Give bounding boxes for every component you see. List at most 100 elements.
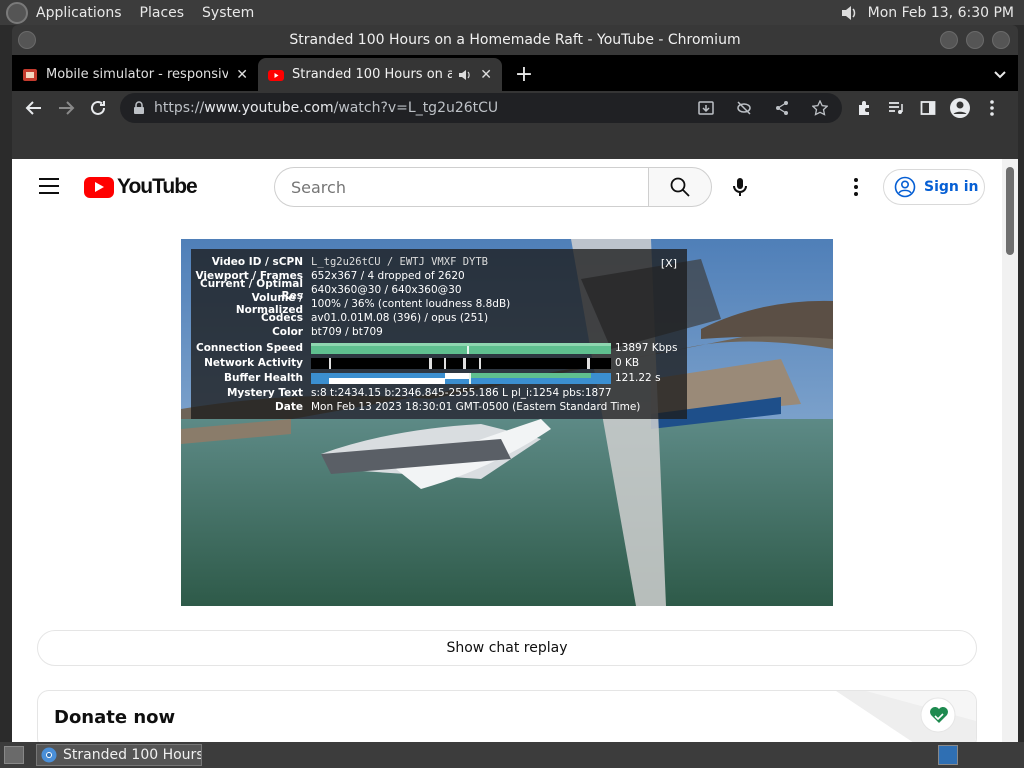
arrow-left-icon	[25, 101, 41, 115]
close-window-button[interactable]	[992, 31, 1010, 49]
stats-value: 640x360@30 / 640x360@30	[311, 284, 462, 296]
search-icon	[670, 177, 690, 197]
donate-title: Donate now	[54, 707, 176, 728]
new-tab-button[interactable]: +	[506, 58, 542, 91]
stats-value: s:8 t:2434.15 b:2346.845-2555.186 L pl_i…	[311, 387, 612, 399]
stats-value: 0 KB	[615, 357, 640, 369]
network-activity-graph	[311, 357, 611, 369]
hamburger-menu-icon[interactable]	[38, 177, 60, 195]
arrow-right-icon	[59, 101, 75, 115]
close-tab-icon[interactable]: ✕	[236, 67, 248, 83]
menu-applications[interactable]: Applications	[36, 5, 122, 21]
os-top-panel: Applications Places System Mon Feb 13, 6…	[0, 0, 1024, 25]
lock-icon[interactable]	[132, 101, 146, 115]
toolbar-spacer	[12, 125, 1018, 159]
side-panel-button[interactable]	[912, 92, 944, 124]
back-button[interactable]	[18, 92, 50, 124]
show-chat-replay-button[interactable]: Show chat replay	[37, 630, 977, 666]
hide-icon-button[interactable]	[728, 92, 760, 124]
media-control-button[interactable]	[880, 92, 912, 124]
tab-mobile-simulator[interactable]: Mobile simulator - responsive ✕	[12, 58, 258, 91]
taskbar-window-label: Stranded 100 Hours ...	[63, 747, 202, 763]
taskbar-window-button[interactable]: Stranded 100 Hours ...	[36, 744, 202, 766]
stats-row-buffer-health: Buffer Health 121.22 s	[191, 371, 687, 385]
stats-for-nerds-panel: [X] Video ID / sCPN L_tg2u26tCU / EWTJ V…	[191, 249, 687, 419]
search-input[interactable]: Search	[274, 167, 650, 207]
show-desktop-button[interactable]	[4, 746, 24, 764]
stats-value: bt709 / bt709	[311, 326, 383, 338]
profile-button[interactable]	[944, 92, 976, 124]
reload-button[interactable]	[82, 92, 114, 124]
url-path: /watch?v=L_tg2u26tCU	[333, 100, 499, 116]
stats-key: Codecs	[260, 312, 303, 324]
eye-off-icon	[737, 101, 751, 115]
bookmark-button[interactable]	[804, 92, 836, 124]
tab-audio-icon[interactable]	[458, 68, 472, 82]
sign-in-label: Sign in	[924, 179, 979, 195]
tab-youtube[interactable]: Stranded 100 Hours on a H ✕	[258, 58, 502, 91]
chromium-icon	[41, 747, 57, 763]
window-title: Stranded 100 Hours on a Homemade Raft - …	[289, 32, 741, 48]
stats-key: Buffer Health	[223, 372, 303, 384]
close-tab-icon[interactable]: ✕	[480, 67, 492, 83]
tab-label: Mobile simulator - responsive	[46, 67, 229, 82]
stats-value: 13897 Kbps	[615, 342, 678, 354]
puzzle-icon	[859, 101, 869, 115]
menu-system[interactable]: System	[202, 5, 254, 21]
stats-row: Date Mon Feb 13 2023 18:30:01 GMT-0500 (…	[191, 400, 687, 414]
menu-places[interactable]: Places	[140, 5, 185, 21]
install-app-button[interactable]	[690, 92, 722, 124]
stats-row: Color bt709 / bt709	[191, 325, 687, 339]
sign-in-button[interactable]: Sign in	[883, 169, 985, 205]
share-button[interactable]	[766, 92, 798, 124]
url-host: www.youtube.com	[204, 100, 334, 116]
microphone-icon[interactable]	[728, 175, 752, 199]
web-page: YouTube Search Sign in [X] Video ID / sC…	[12, 159, 1018, 742]
search-button[interactable]	[648, 167, 712, 207]
address-bar[interactable]: https://www.youtube.com/watch?v=L_tg2u26…	[120, 93, 842, 123]
stats-key: Mystery Text	[226, 387, 303, 399]
mobile-simulator-icon	[23, 68, 37, 81]
window-menu-icon[interactable]	[18, 31, 36, 49]
heart-hand-icon[interactable]	[928, 704, 950, 726]
maximize-button[interactable]	[966, 31, 984, 49]
youtube-wordmark: YouTube	[117, 175, 198, 198]
tab-label: Stranded 100 Hours on a H	[292, 67, 453, 82]
youtube-header: YouTube Search Sign in	[12, 159, 1002, 215]
youtube-icon	[268, 69, 284, 81]
forward-button[interactable]	[50, 92, 82, 124]
stats-value: 121.22 s	[615, 372, 661, 384]
stats-value: 652x367 / 4 dropped of 2620	[311, 270, 465, 282]
buffer-health-graph	[311, 372, 611, 384]
show-chat-replay-label: Show chat replay	[446, 640, 568, 656]
stats-row-connection-speed: Connection Speed 13897 Kbps	[191, 341, 687, 355]
donate-shelf: Donate now	[37, 690, 977, 742]
more-vert-icon[interactable]	[844, 175, 868, 199]
tab-search-button[interactable]	[982, 58, 1018, 91]
window-title-bar[interactable]: Stranded 100 Hours on a Homemade Raft - …	[12, 25, 1018, 55]
stats-row: Video ID / sCPN L_tg2u26tCU / EWTJ VMXF …	[191, 255, 687, 269]
page-scrollbar[interactable]	[1002, 159, 1018, 742]
stats-key: Date	[275, 401, 303, 413]
share-icon	[776, 101, 788, 115]
chevron-down-icon	[994, 70, 1006, 78]
extensions-button[interactable]	[848, 92, 880, 124]
minimize-button[interactable]	[940, 31, 958, 49]
youtube-play-icon	[84, 176, 114, 198]
account-circle-icon	[894, 176, 916, 198]
volume-icon[interactable]	[840, 4, 858, 22]
more-vert-icon	[990, 100, 994, 116]
workspace-switcher[interactable]	[938, 745, 958, 765]
clock[interactable]: Mon Feb 13, 6:30 PM	[868, 5, 1014, 21]
donate-banner-art	[836, 691, 976, 742]
stats-value: av01.0.01M.08 (396) / opus (251)	[311, 312, 489, 324]
youtube-logo[interactable]: YouTube	[84, 175, 198, 199]
gnome-foot-icon[interactable]	[6, 1, 28, 24]
video-player[interactable]: [X] Video ID / sCPN L_tg2u26tCU / EWTJ V…	[181, 239, 833, 606]
os-taskbar: Stranded 100 Hours ...	[0, 742, 1024, 768]
chrome-menu-button[interactable]	[976, 92, 1008, 124]
stats-row: Volume / Normalized 100% / 36% (content …	[191, 292, 687, 316]
scrollbar-thumb[interactable]	[1006, 167, 1014, 255]
side-panel-icon	[920, 101, 936, 115]
search-placeholder: Search	[291, 177, 346, 197]
